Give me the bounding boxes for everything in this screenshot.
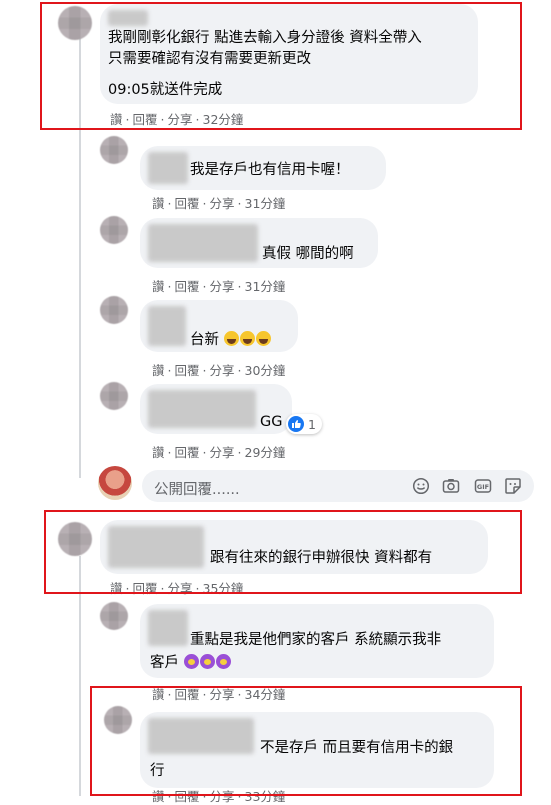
separator-dot: · [202,445,207,460]
reply-link[interactable]: 回覆 [175,279,200,294]
comment-actions: 讚 · 回覆 · 分享 · 31分鐘 [152,193,285,212]
like-reaction-icon [288,416,304,432]
comment-text: 台新 [190,330,272,351]
like-link[interactable]: 讚 [152,196,165,211]
comment-actions: 讚 · 回覆 · 分享 · 30分鐘 [152,360,285,379]
avatar[interactable] [100,382,128,410]
share-link[interactable]: 分享 [210,279,235,294]
purple-face-emoji-icon [215,654,231,669]
reply-link[interactable]: 回覆 [175,363,200,378]
crying-emoji-icon [239,331,255,346]
highlight-box [40,2,522,130]
separator-dot: · [167,363,172,378]
highlight-box [44,510,522,594]
separator-dot: · [167,445,172,460]
author-name-blurred[interactable] [148,152,188,184]
separator-dot: · [237,279,242,294]
comment-text: 真假 哪間的啊 [262,246,354,262]
comment-text-word: 台新 [190,332,219,348]
comment-text: GG [260,414,283,430]
sticker-icon[interactable] [504,477,522,495]
comment-text-line: 客戶 [150,653,232,674]
comment-actions: 讚 · 回覆 · 分享 · 29分鐘 [152,442,285,461]
crying-emoji-icon [255,331,271,346]
reaction-count: 1 [308,416,316,432]
comment-actions: 讚 · 回覆 · 分享 · 31分鐘 [152,276,285,295]
like-link[interactable]: 讚 [152,279,165,294]
gif-icon[interactable]: GIF [474,477,492,495]
author-name-blurred[interactable] [148,306,186,346]
separator-dot: · [167,279,172,294]
share-link[interactable]: 分享 [210,196,235,211]
like-link[interactable]: 讚 [152,363,165,378]
avatar[interactable] [100,216,128,244]
reply-input-placeholder: 公開回覆...... [154,482,240,498]
emoji-icon[interactable] [412,477,430,495]
share-link[interactable]: 分享 [210,363,235,378]
separator-dot: · [202,196,207,211]
separator-dot: · [202,279,207,294]
share-link[interactable]: 分享 [210,445,235,460]
author-name-blurred[interactable] [148,610,188,646]
separator-dot: · [237,445,242,460]
highlight-box [90,686,522,796]
like-link[interactable]: 讚 [152,445,165,460]
reply-input[interactable]: 公開回覆...... GIF [142,470,534,502]
reply-link[interactable]: 回覆 [175,445,200,460]
comment-text-word: 客戶 [150,655,179,671]
author-name-blurred[interactable] [148,224,258,262]
reply-link[interactable]: 回覆 [175,196,200,211]
reaction-count-badge[interactable]: 1 [286,414,322,434]
svg-text:GIF: GIF [477,483,489,491]
separator-dot: · [237,196,242,211]
timestamp[interactable]: 31分鐘 [245,279,286,294]
timestamp[interactable]: 29分鐘 [245,445,286,460]
author-name-blurred[interactable] [148,390,256,428]
current-user-avatar[interactable] [98,466,132,500]
timestamp[interactable]: 30分鐘 [245,363,286,378]
timestamp[interactable]: 31分鐘 [245,196,286,211]
purple-face-emoji-icon [199,654,215,669]
separator-dot: · [237,363,242,378]
separator-dot: · [167,196,172,211]
camera-icon[interactable] [442,477,460,495]
separator-dot: · [202,363,207,378]
comment-text: 我是存戶也有信用卡喔！ [190,162,350,178]
avatar[interactable] [100,136,128,164]
crying-emoji-icon [223,331,239,346]
avatar[interactable] [100,602,128,630]
purple-face-emoji-icon [183,654,199,669]
comment-text-line: 重點是我是他們家的客戶 系統顯示我非 [190,632,442,648]
avatar[interactable] [100,296,128,324]
